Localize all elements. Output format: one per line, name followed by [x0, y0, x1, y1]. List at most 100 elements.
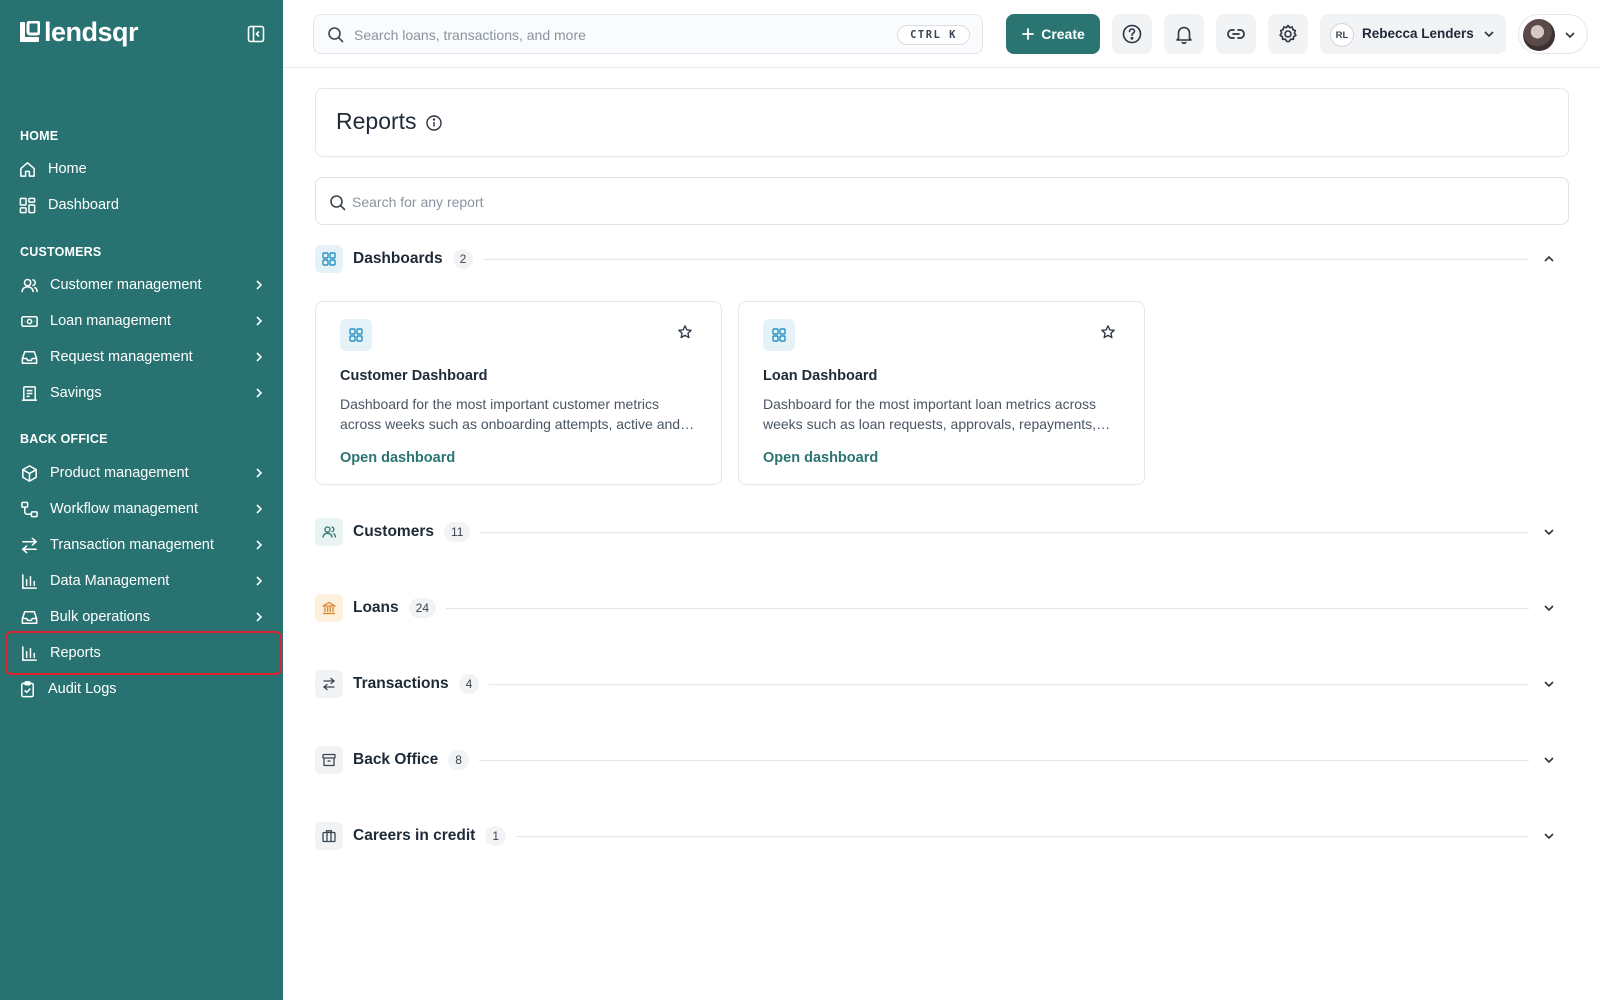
chevron-right-icon	[256, 576, 263, 586]
gear-icon	[1279, 24, 1297, 43]
sidebar-item-request-management[interactable]: Request management	[0, 339, 283, 375]
card-title: Customer Dashboard	[340, 368, 488, 384]
chevron-up-icon[interactable]	[1541, 251, 1557, 267]
chevron-down-icon[interactable]	[1541, 600, 1557, 616]
sidebar-item-label: Reports	[50, 645, 101, 661]
workflow-icon	[19, 499, 39, 519]
users-icon	[315, 518, 343, 546]
bank-icon	[315, 594, 343, 622]
sidebar-item-label: Home	[48, 161, 87, 177]
bar-chart-icon	[19, 643, 39, 663]
section-divider	[480, 531, 1529, 533]
chevron-down-icon[interactable]	[1541, 524, 1557, 540]
help-circle-icon	[1122, 24, 1142, 44]
link-button[interactable]	[1216, 14, 1256, 54]
chevron-down-icon	[1484, 31, 1494, 38]
section-count-badge: 11	[443, 522, 471, 542]
card-description: Dashboard for the most important custome…	[340, 396, 681, 432]
sidebar-item-audit-logs[interactable]: Audit Logs	[0, 671, 283, 707]
dashboard-grid-icon	[17, 195, 37, 215]
inbox-icon	[19, 347, 39, 367]
help-button[interactable]	[1112, 14, 1152, 54]
report-search[interactable]	[315, 177, 1569, 225]
inbox-icon	[19, 607, 39, 627]
global-search[interactable]: CTRL K	[313, 14, 983, 54]
info-icon[interactable]	[425, 114, 443, 132]
sidebar-item-bulk-operations[interactable]: Bulk operations	[0, 599, 283, 635]
global-search-input[interactable]	[354, 23, 874, 47]
sidebar-item-reports[interactable]: Reports	[5, 631, 282, 675]
card-description: Dashboard for the most important loan me…	[763, 396, 1097, 432]
user-initials-badge: RL	[1330, 23, 1354, 47]
box-icon	[19, 463, 39, 483]
archive-icon	[315, 746, 343, 774]
top-bar: CTRL K Create RL Rebecca Lenders	[283, 0, 1600, 68]
brand-name: lendsqr	[44, 17, 139, 47]
money-icon	[19, 311, 39, 331]
section-title: Back Office	[353, 751, 439, 768]
sidebar-item-label: Audit Logs	[48, 681, 117, 697]
chevron-right-icon	[256, 280, 263, 290]
sidebar-item-label: Data Management	[50, 573, 170, 589]
section-divider	[446, 607, 1529, 609]
dashboard-grid-icon	[340, 319, 372, 351]
section-title: Dashboards	[353, 250, 443, 267]
search-icon	[330, 195, 346, 211]
nav-section-back-office: BACK OFFICE	[20, 432, 108, 446]
create-button[interactable]: Create	[1006, 14, 1100, 54]
star-icon[interactable]	[1100, 324, 1116, 340]
settings-button[interactable]	[1268, 14, 1308, 54]
bell-icon	[1176, 26, 1192, 45]
user-name: Rebecca Lenders	[1362, 26, 1474, 41]
section-careers-in-credit[interactable]: Careers in credit 1	[315, 821, 1569, 851]
sidebar-item-product-management[interactable]: Product management	[0, 455, 283, 491]
profile-menu-button[interactable]	[1518, 14, 1588, 54]
sidebar-item-label: Customer management	[50, 277, 202, 293]
report-card-customer-dashboard[interactable]: Customer Dashboard Dashboard for the mos…	[315, 301, 722, 485]
sidebar-item-dashboard[interactable]: Dashboard	[0, 187, 283, 223]
section-back-office[interactable]: Back Office 8	[315, 745, 1569, 775]
sidebar-item-data-management[interactable]: Data Management	[0, 563, 283, 599]
chevron-down-icon[interactable]	[1541, 828, 1557, 844]
collapse-sidebar-icon[interactable]	[246, 24, 266, 44]
briefcase-icon	[315, 822, 343, 850]
create-button-label: Create	[1041, 26, 1085, 42]
chevron-down-icon[interactable]	[1541, 752, 1557, 768]
sidebar-item-customer-management[interactable]: Customer management	[0, 267, 283, 303]
section-title: Customers	[353, 523, 434, 540]
report-search-input[interactable]	[352, 190, 952, 214]
sidebar-item-loan-management[interactable]: Loan management	[0, 303, 283, 339]
sidebar-item-label: Transaction management	[50, 537, 214, 553]
sidebar-item-savings[interactable]: Savings	[0, 375, 283, 411]
section-customers[interactable]: Customers 11	[315, 517, 1569, 547]
section-divider	[478, 759, 1529, 761]
clipboard-check-icon	[17, 679, 37, 699]
transfer-icon	[315, 670, 343, 698]
star-icon[interactable]	[677, 324, 693, 340]
section-dashboards[interactable]: Dashboards 2	[315, 244, 1569, 274]
users-icon	[19, 275, 39, 295]
section-loans[interactable]: Loans 24	[315, 593, 1569, 623]
section-transactions[interactable]: Transactions 4	[315, 669, 1569, 699]
plus-icon	[1022, 28, 1035, 40]
open-dashboard-link[interactable]: Open dashboard	[763, 450, 878, 466]
brand-logo[interactable]: lendsqr	[19, 17, 139, 47]
bar-chart-icon	[19, 571, 39, 591]
nav-section-customers: CUSTOMERS	[20, 245, 102, 259]
notifications-button[interactable]	[1164, 14, 1204, 54]
chevron-down-icon	[1565, 32, 1575, 39]
chevron-right-icon	[256, 316, 263, 326]
sidebar-item-home[interactable]: Home	[0, 151, 283, 187]
section-count-badge: 24	[408, 598, 437, 618]
section-divider	[516, 835, 1529, 837]
sidebar-item-transaction-management[interactable]: Transaction management	[0, 527, 283, 563]
user-menu-button[interactable]: RL Rebecca Lenders	[1320, 14, 1506, 54]
chevron-right-icon	[256, 504, 263, 514]
sidebar-item-label: Request management	[50, 349, 193, 365]
sidebar-item-label: Savings	[50, 385, 102, 401]
open-dashboard-link[interactable]: Open dashboard	[340, 450, 455, 466]
report-card-loan-dashboard[interactable]: Loan Dashboard Dashboard for the most im…	[738, 301, 1145, 485]
page-title: Reports	[336, 108, 417, 134]
chevron-down-icon[interactable]	[1541, 676, 1557, 692]
sidebar-item-workflow-management[interactable]: Workflow management	[0, 491, 283, 527]
